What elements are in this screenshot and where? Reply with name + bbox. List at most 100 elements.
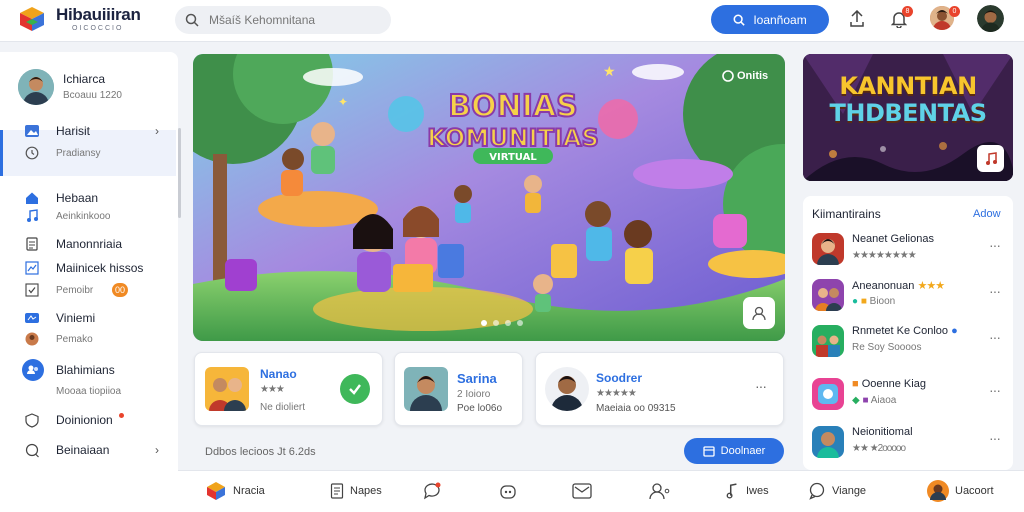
community-avatar bbox=[812, 378, 844, 410]
bottom-nav-item-bot[interactable] bbox=[499, 480, 517, 502]
video-icon bbox=[24, 310, 40, 326]
app-subtitle: OICOCCIO bbox=[72, 25, 124, 32]
footer-action-label: Doolnaer bbox=[720, 445, 766, 457]
primary-action-button[interactable]: Ioanñoam bbox=[711, 5, 829, 34]
carousel-dot[interactable] bbox=[481, 320, 487, 326]
community-item-meta: ◆ ■ Aiaoa bbox=[852, 395, 897, 406]
community-see-all-link[interactable]: Adow bbox=[973, 208, 1001, 220]
chart-icon bbox=[24, 260, 40, 276]
community-item-name: Rnmetet Ke Conloo ● bbox=[852, 325, 958, 337]
upload-icon[interactable] bbox=[846, 8, 868, 30]
search-bar[interactable] bbox=[175, 6, 391, 34]
sidebar-subitem-label: Pradiansy bbox=[56, 147, 101, 159]
community-item[interactable]: Neionitiomal ★★ ★2ooooo ··· bbox=[812, 424, 1008, 460]
bottom-nav-item-pages[interactable]: Napes bbox=[330, 480, 382, 502]
sidebar-item-doinionion[interactable]: Doinionion bbox=[0, 410, 178, 430]
sidebar-subitem-label: Mooaa tiopiioa bbox=[56, 385, 122, 397]
user-card-meta: 2 Ioioro bbox=[457, 389, 491, 400]
carousel-dot[interactable] bbox=[517, 320, 523, 326]
svg-text:✦: ✦ bbox=[338, 95, 348, 109]
more-options-icon[interactable]: ··· bbox=[989, 329, 1001, 345]
chat-icon bbox=[24, 442, 40, 458]
more-options-icon[interactable]: ··· bbox=[989, 430, 1001, 446]
bottom-nav-label: Viange bbox=[832, 485, 867, 497]
sidebar-subitem-aeinkinkooo[interactable]: Aeinkinkooo bbox=[0, 206, 178, 226]
search-input[interactable] bbox=[209, 11, 379, 29]
rating-stars: ★★★ bbox=[260, 384, 285, 395]
sidebar-item-label: Harisit bbox=[56, 124, 91, 138]
sidebar-scrollbar[interactable] bbox=[178, 128, 181, 218]
carousel-dot[interactable] bbox=[505, 320, 511, 326]
carousel-dot[interactable] bbox=[493, 320, 499, 326]
bottom-nav-label: Napes bbox=[350, 485, 382, 497]
chevron-right-icon[interactable]: › bbox=[155, 124, 159, 138]
rating-stars: ★★★★★ bbox=[596, 388, 637, 399]
app-logo-icon[interactable] bbox=[18, 5, 46, 33]
more-options-icon[interactable]: ··· bbox=[989, 237, 1001, 253]
hero-banner[interactable]: BONIAS KOMUNITIAS VIRTUAL ★ ✦ bbox=[193, 54, 785, 341]
bottom-nav-item-mail[interactable] bbox=[572, 480, 592, 502]
community-item-meta: ● ■ Bioon bbox=[852, 296, 896, 307]
chevron-right-icon[interactable]: › bbox=[155, 443, 159, 457]
hero-badge: Onitis bbox=[722, 70, 768, 82]
primary-action-label: Ioanñoam bbox=[753, 12, 807, 27]
notification-dot bbox=[119, 413, 124, 418]
bottom-nav-item-chat[interactable] bbox=[423, 480, 441, 502]
community-item[interactable]: Rnmetet Ke Conloo ● Re Soy Soooos ··· bbox=[812, 323, 1008, 359]
bottom-nav-label: Iwes bbox=[746, 485, 769, 497]
user-card[interactable]: Nanao ★★★ Ne dioliert bbox=[194, 352, 383, 426]
community-item[interactable]: Aneanonuan ★★★ ● ■ Bioon ··· bbox=[812, 277, 1008, 313]
rating-stars: ★★ ★2ooooo bbox=[852, 443, 906, 454]
document-icon bbox=[330, 483, 344, 499]
banner-title-line2: THDBENTAS bbox=[829, 99, 987, 127]
more-options-icon[interactable]: ··· bbox=[989, 382, 1001, 398]
chat-bubble-icon bbox=[809, 482, 825, 500]
user-card-name: Nanao bbox=[260, 367, 297, 381]
sidebar-item-hebaan[interactable]: Hebaan bbox=[0, 188, 178, 208]
avatar-badge: 0 bbox=[949, 6, 960, 17]
more-options-icon[interactable]: ··· bbox=[755, 378, 767, 394]
sidebar-item-blahimians[interactable]: Blahimians bbox=[0, 359, 178, 381]
user-card-avatar bbox=[545, 367, 589, 411]
sidebar-item-label: Viniemi bbox=[56, 311, 96, 325]
bottom-nav-item-people[interactable] bbox=[648, 480, 672, 502]
community-item[interactable]: ■ Ooenne Kiag ◆ ■ Aiaoa ··· bbox=[812, 376, 1008, 412]
check-circle-icon[interactable] bbox=[340, 374, 370, 404]
profile-avatar[interactable] bbox=[18, 69, 54, 105]
sidebar-subitem-label: Pemako bbox=[56, 333, 93, 345]
sidebar-subitem-pemoibr[interactable]: Pemoibr 00 bbox=[0, 280, 178, 300]
banner-music-button[interactable] bbox=[977, 145, 1004, 172]
user-card[interactable]: Soodrer ★★★★★ Maeiaia oo 09315 ··· bbox=[535, 352, 784, 426]
carousel-dots[interactable] bbox=[481, 320, 523, 326]
hero-title-line2: KOMUNITIAS bbox=[427, 124, 598, 152]
bottom-nav-item-message[interactable]: Viange bbox=[808, 480, 866, 502]
hero-action-button[interactable] bbox=[743, 297, 775, 329]
user-card[interactable]: Sarina 2 Ioioro Poe lo06o bbox=[394, 352, 523, 426]
sidebar-subitem-pemako[interactable]: Pemako bbox=[0, 329, 178, 349]
badge-icon: ■ bbox=[862, 395, 869, 406]
account-avatar[interactable] bbox=[977, 5, 1004, 32]
sidebar-subitem-pradiansy[interactable]: Pradiansy bbox=[0, 143, 178, 163]
footer-action-button[interactable]: Doolnaer bbox=[684, 438, 784, 464]
bottom-nav-item-music[interactable]: Iwes bbox=[726, 480, 769, 502]
clock-icon bbox=[24, 145, 40, 161]
sidebar-item-label: Maiinicek hissos bbox=[56, 261, 144, 275]
sidebar-item-maiinicek[interactable]: Maiinicek hissos bbox=[0, 258, 178, 278]
bottom-nav-item-account[interactable]: Uacoort bbox=[927, 480, 994, 502]
profile-subtitle: Bcoauu 1220 bbox=[63, 90, 122, 101]
community-title: Kiimantirains bbox=[812, 207, 881, 221]
community-item-meta: Re Soy Soooos bbox=[852, 342, 922, 353]
sidebar-item-viniemi[interactable]: Viniemi bbox=[0, 308, 178, 328]
sidebar-item-manonnriaia[interactable]: Manonnriaia bbox=[0, 234, 178, 254]
badge-icon: ■ bbox=[852, 378, 859, 390]
sidebar-item-beinaiaan[interactable]: Beinaiaan › bbox=[0, 440, 178, 460]
people-icon bbox=[22, 359, 44, 381]
badge-icon: ● bbox=[852, 296, 859, 307]
sidebar-subitem-mooaa[interactable]: Mooaa tiopiioa bbox=[0, 381, 178, 401]
community-avatar bbox=[812, 279, 844, 311]
sidebar-item-harisit[interactable]: Harisit › bbox=[0, 121, 178, 141]
community-item[interactable]: Neanet Gelionas ★★★★★★★★ ··· bbox=[812, 231, 1008, 267]
more-options-icon[interactable]: ··· bbox=[989, 283, 1001, 299]
music-icon bbox=[726, 483, 737, 499]
bottom-nav-item-home[interactable]: Nracia bbox=[205, 480, 265, 502]
